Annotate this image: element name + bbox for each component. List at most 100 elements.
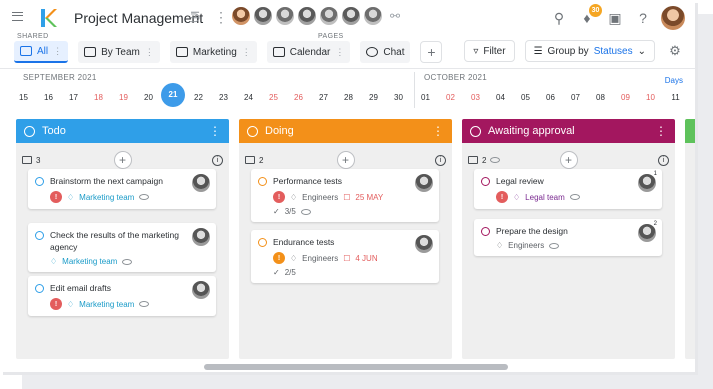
assignee-avatar[interactable] (192, 281, 210, 299)
tab-menu-icon[interactable]: ⋮ (53, 46, 62, 57)
assignee-avatar[interactable] (192, 174, 210, 192)
card-tag[interactable]: Marketing team (79, 300, 134, 309)
calendar-day[interactable]: 02 (438, 88, 463, 108)
column-header[interactable]: Doing ⋮ (239, 119, 452, 143)
watch-icon[interactable] (490, 157, 501, 163)
card-tag[interactable]: Engineers (302, 193, 338, 202)
card-tag[interactable]: Marketing team (62, 257, 117, 266)
task-card[interactable]: Check the results of the marketing agenc… (28, 223, 216, 272)
card-tag[interactable]: Engineers (508, 241, 544, 250)
calendar-day[interactable]: 15 (11, 88, 36, 108)
calendar-day[interactable]: 23 (211, 88, 236, 108)
card-status-icon[interactable] (481, 227, 490, 236)
column-menu-icon[interactable]: ⋮ (209, 124, 221, 138)
add-view-button[interactable]: + (420, 41, 443, 63)
info-icon[interactable]: i (212, 154, 223, 166)
menu-icon[interactable] (12, 12, 23, 21)
tab-calendar[interactable]: Calendar ⋮ (266, 41, 351, 63)
card-status-icon[interactable] (35, 284, 44, 293)
members-avatars[interactable]: ⚯ (231, 6, 405, 26)
calendar-day[interactable]: 07 (563, 88, 588, 108)
info-icon[interactable]: i (658, 154, 669, 166)
calendar-day[interactable]: 19 (111, 88, 136, 108)
calendar-day[interactable]: 10 (638, 88, 663, 108)
calendar-day[interactable]: 27 (311, 88, 336, 108)
tab-by-team[interactable]: By Team ⋮ (78, 41, 160, 63)
calendar-day[interactable]: 17 (61, 88, 86, 108)
days-zoom-link[interactable]: Days (665, 76, 683, 85)
card-status-icon[interactable] (481, 177, 490, 186)
task-card[interactable]: Brainstorm the next campaign ! ♢ Marketing… (28, 169, 216, 209)
column-header[interactable] (685, 119, 695, 143)
watch-icon[interactable] (300, 208, 311, 215)
task-card[interactable]: Performance tests ! ♢ Engineers ☐ 25 MAY ✓ 3… (251, 169, 439, 222)
assignee-avatar[interactable] (192, 228, 210, 246)
task-card[interactable]: Legal review ! ♢ Legal team 1 (474, 169, 662, 209)
avatar[interactable] (275, 6, 295, 26)
tab-menu-icon[interactable]: ⋮ (145, 47, 154, 58)
task-card[interactable]: Endurance tests ! ♢ Engineers ☐ 4 JUN ✓ 2/5 (251, 230, 439, 283)
tab-menu-icon[interactable]: ⋮ (335, 47, 344, 58)
watch-icon[interactable] (549, 242, 560, 249)
add-member-icon[interactable]: ⚯ (385, 6, 405, 26)
avatar[interactable] (297, 6, 317, 26)
card-status-icon[interactable] (35, 231, 44, 240)
calendar-day[interactable]: 26 (286, 88, 311, 108)
group-by-dropdown[interactable]: ☰ Group by Statuses ⌄ (524, 40, 655, 62)
watch-icon[interactable] (122, 258, 133, 265)
calendar-day[interactable]: 24 (236, 88, 261, 108)
calendar-day[interactable]: 05 (513, 88, 538, 108)
calendar-day[interactable]: 30 (386, 88, 411, 108)
card-status-icon[interactable] (258, 238, 267, 247)
card-tag[interactable]: Engineers (302, 254, 338, 263)
tab-marketing[interactable]: Marketing ⋮ (169, 41, 257, 63)
calendar-day[interactable]: 03 (463, 88, 488, 108)
calendar-day[interactable]: 09 (613, 88, 638, 108)
calendar-day[interactable]: 29 (361, 88, 386, 108)
info-icon[interactable]: i (435, 154, 446, 166)
calendar-day[interactable]: 06 (538, 88, 563, 108)
calendar-day[interactable]: 28 (336, 88, 361, 108)
calendar-day[interactable]: 20 (136, 88, 161, 108)
horizontal-scrollbar[interactable] (204, 364, 508, 370)
column-menu-icon[interactable]: ⋮ (432, 124, 444, 138)
avatar[interactable] (231, 6, 251, 26)
calendar-day[interactable]: 11 (663, 88, 688, 108)
watch-icon[interactable] (569, 194, 580, 200)
add-card-button[interactable]: + (336, 151, 355, 169)
column-header[interactable]: Todo ⋮ (16, 119, 229, 143)
avatar[interactable] (253, 6, 273, 26)
add-card-button[interactable]: + (113, 151, 132, 169)
calendar-day[interactable]: 18 (86, 88, 111, 108)
task-card[interactable]: Edit email drafts ! ♢ Marketing team (28, 276, 216, 316)
column-header[interactable]: Awaiting approval ⋮ (462, 119, 675, 143)
notifications-bell-icon[interactable]: ♦ 30 (577, 4, 602, 28)
tab-all[interactable]: All ⋮ (14, 41, 69, 63)
calendar-day[interactable]: 04 (488, 88, 513, 108)
task-card[interactable]: Prepare the design ♢ Engineers 2 (474, 219, 662, 256)
tab-menu-icon[interactable]: ⋮ (242, 47, 251, 58)
add-card-button[interactable]: + (559, 151, 578, 169)
column-menu-icon[interactable]: ⋮ (655, 124, 667, 138)
search-icon[interactable]: ⚲ (549, 8, 569, 28)
user-avatar[interactable] (661, 6, 685, 30)
card-tag[interactable]: Marketing team (79, 193, 134, 202)
avatar[interactable] (341, 6, 361, 26)
card-tag[interactable]: Legal team (525, 193, 565, 202)
help-icon[interactable]: ? (633, 8, 653, 28)
calendar-day[interactable]: 16 (36, 88, 61, 108)
assignee-avatar[interactable] (415, 235, 433, 253)
board-menu-icon[interactable]: ⋮ (214, 9, 228, 26)
calendar-day[interactable]: 25 (261, 88, 286, 108)
watch-icon[interactable] (139, 194, 150, 200)
tab-chat[interactable]: Chat (360, 41, 411, 63)
avatar[interactable] (363, 6, 383, 26)
settings-icon[interactable]: ⚙ (665, 41, 685, 61)
watch-icon[interactable] (139, 301, 150, 307)
card-status-icon[interactable] (35, 177, 44, 186)
rss-icon[interactable]: ⋽ (190, 11, 200, 25)
card-status-icon[interactable] (258, 177, 267, 186)
filter-button[interactable]: ▿ Filter (464, 40, 515, 62)
assignee-avatar[interactable] (415, 174, 433, 192)
avatar[interactable] (319, 6, 339, 26)
